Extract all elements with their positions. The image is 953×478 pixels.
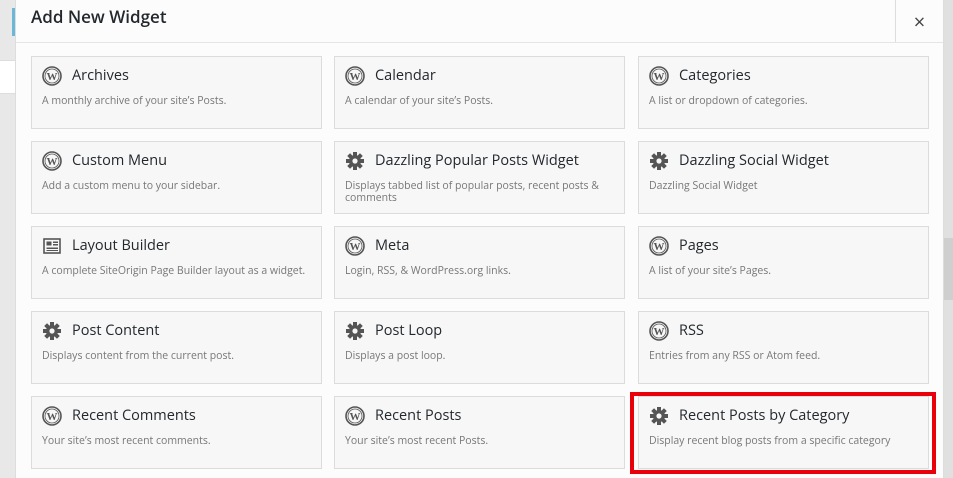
svg-text:W: W — [350, 411, 361, 423]
background-block — [944, 238, 953, 300]
widget-title: Post Content — [72, 321, 160, 340]
widget-title: Recent Posts — [375, 406, 462, 425]
background-admin-right — [944, 0, 953, 478]
widget-description: A list or dropdown of categories. — [649, 94, 808, 108]
wordpress-icon: W — [649, 236, 669, 256]
widget-title: RSS — [679, 321, 704, 340]
svg-text:W: W — [47, 156, 58, 168]
svg-text:W: W — [350, 241, 361, 253]
wordpress-icon: W — [42, 406, 62, 426]
wordpress-icon: W — [345, 66, 365, 86]
widget-title: Meta — [375, 236, 410, 255]
modal-title: Add New Widget — [31, 5, 167, 28]
widget-card-dazzling-social[interactable]: Dazzling Social Widget Dazzling Social W… — [638, 141, 929, 214]
wordpress-icon: W — [345, 236, 365, 256]
widget-description: Entries from any RSS or Atom feed. — [649, 349, 821, 363]
widget-card-archives[interactable]: W Archives A monthly archive of your sit… — [31, 56, 322, 129]
widget-title: Post Loop — [375, 321, 443, 340]
widget-description: A complete SiteOrigin Page Builder layou… — [42, 264, 306, 278]
widget-description: Displays content from the current post. — [42, 349, 235, 363]
layout-builder-icon — [42, 236, 62, 256]
add-widget-modal: Add New Widget × W Archives A monthly ar… — [15, 0, 944, 478]
widget-description: Displays tabbed list of popular posts, r… — [345, 179, 599, 205]
widget-title: Pages — [679, 236, 719, 255]
widget-title: Categories — [679, 66, 751, 85]
gear-icon — [42, 321, 62, 341]
svg-text:W: W — [654, 241, 665, 253]
gear-icon — [345, 151, 365, 171]
wordpress-icon: W — [649, 321, 669, 341]
gear-icon — [649, 406, 669, 426]
widget-description: Dazzling Social Widget — [649, 179, 758, 193]
widget-title: Archives — [72, 66, 129, 85]
widget-card-recent-posts-by-category[interactable]: Recent Posts by Category Display recent … — [638, 396, 929, 469]
background-admin-left — [0, 0, 15, 478]
widget-card-recent-posts[interactable]: W Recent Posts Your site’s most recent P… — [334, 396, 625, 469]
widget-title: Recent Comments — [72, 406, 196, 425]
widget-card-post-loop[interactable]: Post Loop Displays a post loop. — [334, 311, 625, 384]
widget-card-calendar[interactable]: W Calendar A calendar of your site’s Pos… — [334, 56, 625, 129]
widget-title: Calendar — [375, 66, 436, 85]
widget-card-layout-builder[interactable]: Layout Builder A complete SiteOrigin Pag… — [31, 226, 322, 299]
widget-description: Displays a post loop. — [345, 349, 446, 363]
widget-card-post-content[interactable]: Post Content Displays content from the c… — [31, 311, 322, 384]
widget-description: Login, RSS, & WordPress.org links. — [345, 264, 511, 278]
widget-title: Recent Posts by Category — [679, 406, 850, 425]
widget-description: A calendar of your site’s Posts. — [345, 94, 494, 108]
widget-description: Add a custom menu to your sidebar. — [42, 179, 221, 193]
widget-description: Display recent blog posts from a specifi… — [649, 434, 891, 448]
widget-title: Layout Builder — [72, 236, 170, 255]
wordpress-icon: W — [649, 66, 669, 86]
svg-text:W: W — [350, 71, 361, 83]
svg-text:W: W — [654, 71, 665, 83]
modal-header: Add New Widget × — [16, 0, 943, 43]
widget-card-rss[interactable]: W RSS Entries from any RSS or Atom feed. — [638, 311, 929, 384]
widget-description: Your site’s most recent Posts. — [345, 434, 489, 448]
widget-card-meta[interactable]: W Meta Login, RSS, & WordPress.org links… — [334, 226, 625, 299]
widget-description: A monthly archive of your site’s Posts. — [42, 94, 227, 108]
widget-description: A list of your site’s Pages. — [649, 264, 772, 278]
widget-title: Custom Menu — [72, 151, 167, 170]
widget-description: Your site’s most recent comments. — [42, 434, 211, 448]
gear-icon — [345, 321, 365, 341]
svg-text:W: W — [47, 71, 58, 83]
widget-title: Dazzling Social Widget — [679, 151, 829, 170]
widget-card-categories[interactable]: W Categories A list or dropdown of categ… — [638, 56, 929, 129]
close-button[interactable]: × — [895, 0, 943, 42]
gear-icon — [649, 151, 669, 171]
wordpress-icon: W — [42, 66, 62, 86]
widget-card-dazzling-popular-posts[interactable]: Dazzling Popular Posts Widget Displays t… — [334, 141, 625, 214]
widget-card-recent-comments[interactable]: W Recent Comments Your site’s most recen… — [31, 396, 322, 469]
background-panel — [0, 60, 15, 94]
svg-text:W: W — [654, 326, 665, 338]
widget-card-custom-menu[interactable]: W Custom Menu Add a custom menu to your … — [31, 141, 322, 214]
wordpress-icon: W — [345, 406, 365, 426]
widget-card-pages[interactable]: W Pages A list of your site’s Pages. — [638, 226, 929, 299]
wordpress-icon: W — [42, 151, 62, 171]
widget-title: Dazzling Popular Posts Widget — [375, 151, 579, 170]
svg-text:W: W — [47, 411, 58, 423]
